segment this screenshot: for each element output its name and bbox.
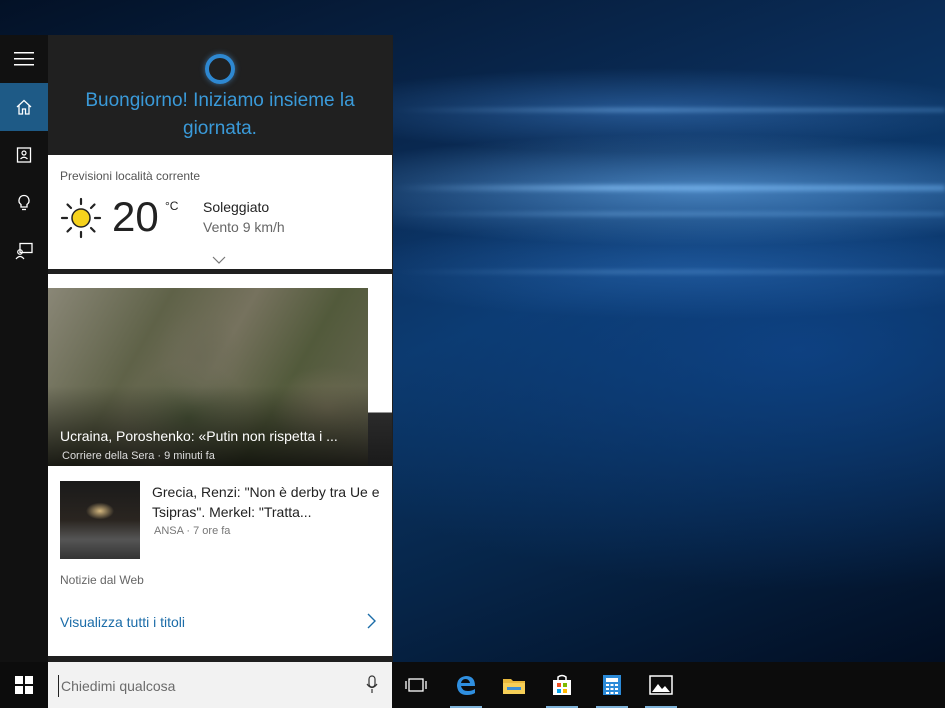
- search-box[interactable]: [48, 662, 392, 708]
- microphone-icon[interactable]: [366, 675, 378, 695]
- top-story-image[interactable]: Ucraina, Poroshenko: «Putin non rispetta…: [48, 288, 368, 466]
- calculator-icon: [603, 675, 621, 695]
- photos-icon: [649, 675, 673, 695]
- cortana-header: Buongiorno! Iniziamo insieme la giornata…: [48, 35, 392, 155]
- home-icon: [16, 99, 32, 115]
- windows-logo-icon: [15, 676, 33, 694]
- sidebar-item-reminders[interactable]: [0, 179, 48, 227]
- cortana-ring-icon: [205, 54, 235, 84]
- taskbar-edge[interactable]: [442, 662, 490, 708]
- weather-temperature: 20: [112, 193, 159, 240]
- task-view-button[interactable]: [392, 662, 440, 708]
- task-view-icon: [405, 678, 427, 692]
- story-meta: ANSA · 7 ore fa: [154, 525, 231, 537]
- start-button[interactable]: [0, 662, 48, 708]
- weather-condition: Soleggiato: [203, 199, 270, 215]
- taskbar-photos[interactable]: [637, 662, 685, 708]
- cortana-content: Buongiorno! Iniziamo insieme la giornata…: [48, 35, 392, 662]
- file-explorer-icon: [503, 679, 525, 694]
- greeting-text: Buongiorno! Iniziamo insieme la giornata…: [85, 90, 355, 139]
- taskbar-store[interactable]: [538, 662, 586, 708]
- taskbar-file-explorer[interactable]: [490, 662, 538, 708]
- sidebar-item-notebook[interactable]: [0, 131, 48, 179]
- wallpaper-light-beam: [392, 185, 945, 191]
- weather-card[interactable]: Previsioni località corrente 20 °C Soleg…: [48, 155, 392, 269]
- feedback-icon: [15, 242, 33, 260]
- chevron-down-icon[interactable]: [211, 255, 227, 265]
- wallpaper-light-beam: [392, 108, 945, 112]
- top-story-title[interactable]: Ucraina, Poroshenko: «Putin non rispetta…: [60, 428, 338, 444]
- edge-icon: [457, 676, 475, 695]
- notebook-icon: [16, 147, 32, 163]
- hamburger-menu-button[interactable]: [0, 35, 48, 83]
- sun-icon: [60, 197, 102, 239]
- see-all-headlines-link[interactable]: Visualizza tutti i titoli: [60, 614, 185, 630]
- wallpaper-light-beam: [392, 270, 945, 274]
- top-story-meta: Corriere della Sera · 9 minuti fa: [62, 450, 215, 462]
- sidebar-item-feedback[interactable]: [0, 227, 48, 275]
- story-thumbnail[interactable]: [60, 481, 140, 559]
- weather-wind: Vento 9 km/h: [203, 219, 285, 235]
- cortana-sidebar: [0, 35, 48, 662]
- news-source-label: Notizie dal Web: [60, 573, 144, 587]
- weather-card-title: Previsioni località corrente: [60, 169, 201, 183]
- store-icon: [553, 674, 571, 695]
- hamburger-menu-icon: [14, 52, 34, 66]
- weather-unit: °C: [165, 199, 179, 213]
- news-card: Ucraina, Poroshenko: «Putin non rispetta…: [48, 274, 392, 656]
- top-story-image-edge: [368, 288, 392, 466]
- lightbulb-icon: [18, 194, 30, 211]
- taskbar-calculator[interactable]: [588, 662, 636, 708]
- story-title[interactable]: Grecia, Renzi: "Non è derby tra Ue e Tsi…: [152, 482, 384, 522]
- sidebar-item-home[interactable]: [0, 83, 48, 131]
- chevron-right-icon[interactable]: [366, 612, 378, 630]
- wallpaper-light-beam: [392, 212, 945, 216]
- search-input[interactable]: [58, 675, 353, 697]
